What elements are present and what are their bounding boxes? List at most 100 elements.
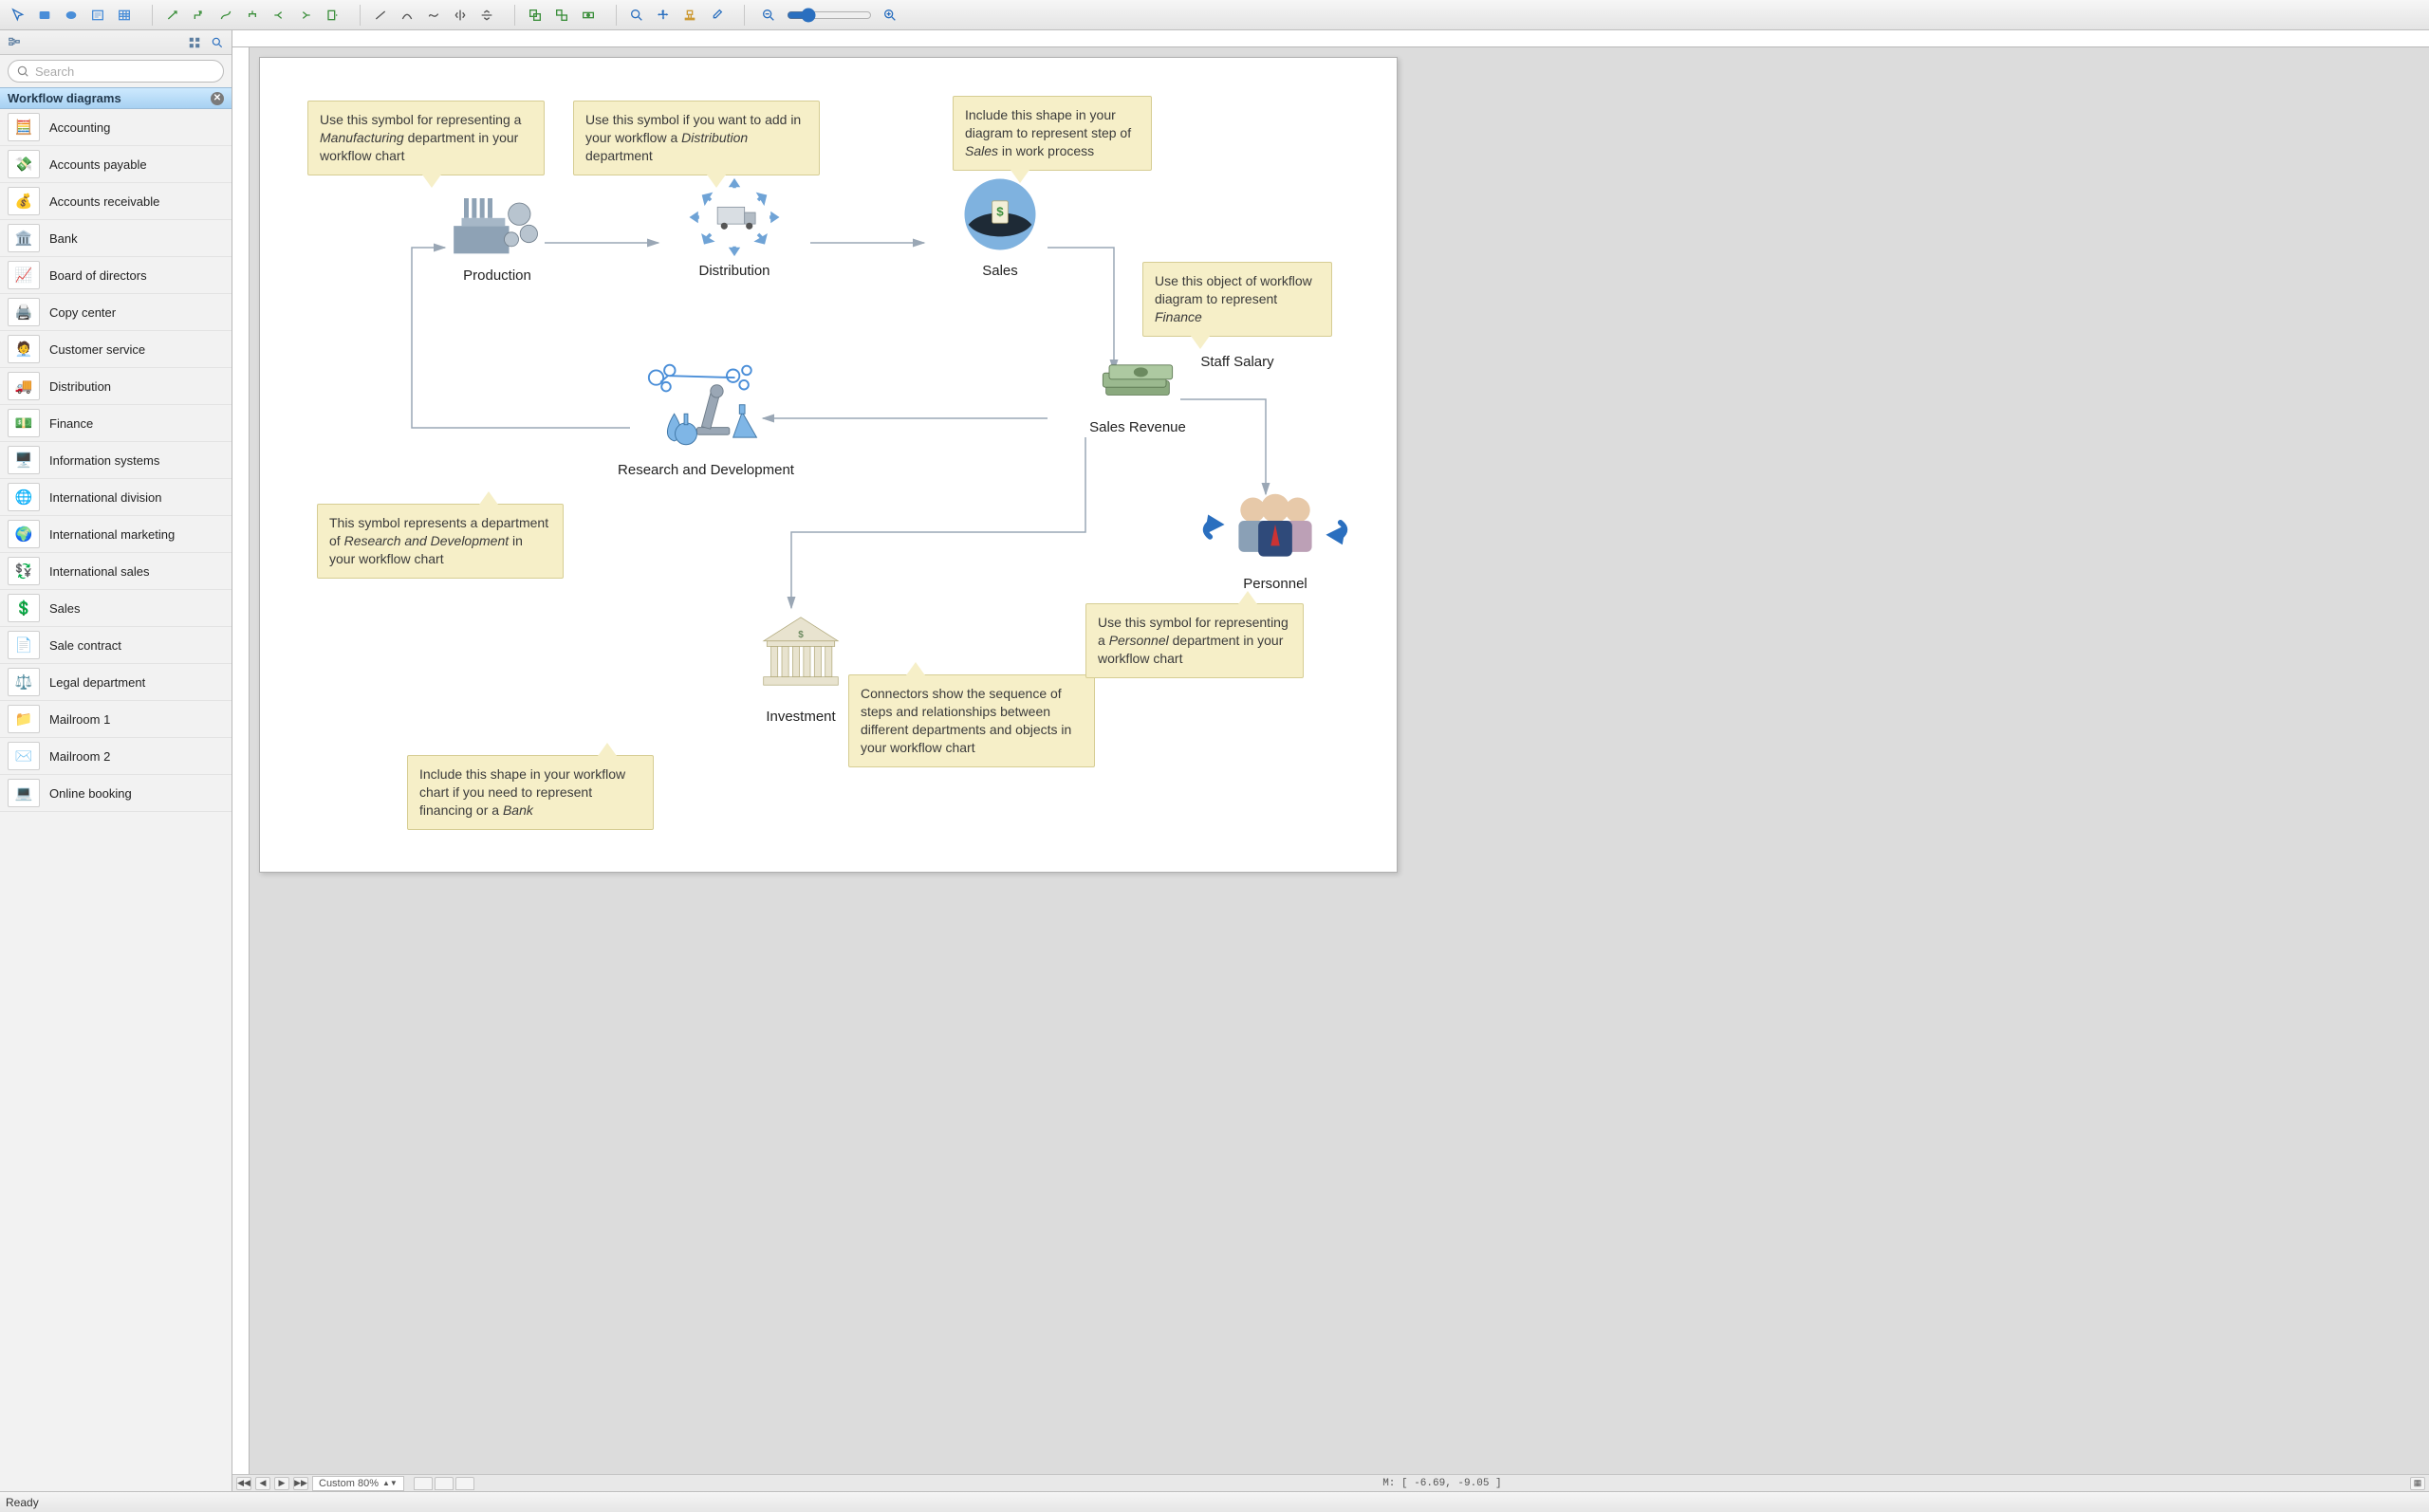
svg-text:$: $ [996, 205, 1004, 219]
connector-tree-tool[interactable] [240, 4, 265, 27]
connector-merge-tool[interactable] [293, 4, 318, 27]
page-tab[interactable] [414, 1477, 433, 1490]
node-production[interactable]: Production [421, 181, 573, 284]
shape-item-label: Mailroom 1 [49, 712, 110, 727]
freeform-tool[interactable] [421, 4, 446, 27]
shape-thumbnail-icon: 💱 [8, 557, 40, 585]
shape-item[interactable]: 📈 Board of directors [0, 257, 232, 294]
stamp-tool[interactable] [677, 4, 702, 27]
node-label: Investment [766, 709, 835, 725]
node-sales[interactable]: $ Sales [924, 176, 1076, 279]
node-rnd[interactable]: Research and Development [602, 361, 810, 478]
shape-item[interactable]: 🚚Distribution [0, 368, 232, 405]
toolbar-separator [360, 5, 361, 26]
connector-curve-tool[interactable] [213, 4, 238, 27]
node-distribution[interactable]: Distribution [658, 176, 810, 279]
shape-item-label: Bank [49, 231, 78, 246]
shape-item[interactable]: 🌍International marketing [0, 516, 232, 553]
shape-item[interactable]: 🏛️Bank [0, 220, 232, 257]
page-last-button[interactable]: ▶▶ [293, 1477, 308, 1490]
main-area: Workflow diagrams ✕ 🧮Accounting💸Accounts… [0, 30, 2429, 1491]
zoom-combo[interactable]: Custom 80% ▲▼ [312, 1476, 404, 1491]
library-search-icon[interactable] [207, 33, 228, 52]
callout-text: Use this symbol if you want to add in yo… [585, 112, 801, 163]
shape-item[interactable]: 💲Sales [0, 590, 232, 627]
page-tab[interactable] [435, 1477, 454, 1490]
shape-item[interactable]: 📁Mailroom 1 [0, 701, 232, 738]
pointer-tool[interactable] [6, 4, 30, 27]
zoom-in-button[interactable] [878, 4, 902, 27]
flip-h-tool[interactable] [448, 4, 473, 27]
shape-item[interactable]: 💻Online booking [0, 775, 232, 812]
shape-item[interactable]: 📄Sale contract [0, 627, 232, 664]
rect-tool[interactable] [32, 4, 57, 27]
library-search-wrap [0, 55, 232, 87]
flip-v-tool[interactable] [474, 4, 499, 27]
connector-elbow-tool[interactable] [187, 4, 212, 27]
node-label: Staff Salary [1200, 354, 1273, 370]
shape-item-label: International sales [49, 564, 150, 579]
callout-text: Use this object of workflow diagram to r… [1155, 273, 1312, 324]
shape-item-label: Customer service [49, 342, 145, 357]
shape-item-label: Board of directors [49, 268, 147, 283]
canvas-page[interactable]: Use this symbol for representing a Manuf… [259, 57, 1398, 873]
shape-item[interactable]: ✉️Mailroom 2 [0, 738, 232, 775]
shape-thumbnail-icon: 📈 [8, 261, 40, 289]
connector-direct-tool[interactable] [160, 4, 185, 27]
shape-item[interactable]: 🖨️Copy center [0, 294, 232, 331]
zoom-range[interactable] [787, 8, 872, 23]
page-next-button[interactable]: ▶ [274, 1477, 289, 1490]
layout-mode-icon[interactable]: ▦ [2410, 1477, 2425, 1490]
page-tab[interactable] [455, 1477, 474, 1490]
align-tool[interactable] [576, 4, 601, 27]
library-grid-view-icon[interactable] [184, 33, 205, 52]
shape-thumbnail-icon: 🚚 [8, 372, 40, 400]
connector-page-tool[interactable] [320, 4, 344, 27]
table-tool[interactable] [112, 4, 137, 27]
shape-item[interactable]: 💵Finance [0, 405, 232, 442]
statusbar: Ready [0, 1491, 2429, 1512]
library-section-header[interactable]: Workflow diagrams ✕ [0, 87, 232, 109]
shape-item[interactable]: ⚖️Legal department [0, 664, 232, 701]
pan-tool[interactable] [651, 4, 676, 27]
canvas-scroll[interactable]: Use this symbol for representing a Manuf… [250, 47, 2429, 1474]
zoom-out-button[interactable] [756, 4, 781, 27]
shape-item-label: Copy center [49, 305, 116, 320]
node-investment[interactable]: $ [715, 599, 886, 725]
line-tool[interactable] [368, 4, 393, 27]
shape-thumbnail-icon: 💸 [8, 150, 40, 178]
node-personnel[interactable]: Personnel [1190, 485, 1361, 592]
connector-split-tool[interactable] [267, 4, 291, 27]
shape-item[interactable]: 🧮Accounting [0, 109, 232, 146]
shape-item[interactable]: 🌐International division [0, 479, 232, 516]
shape-item[interactable]: 💰Accounts receivable [0, 183, 232, 220]
group-tool[interactable] [523, 4, 547, 27]
close-section-icon[interactable]: ✕ [211, 92, 224, 105]
shape-item[interactable]: 🧑‍💼Customer service [0, 331, 232, 368]
shape-item[interactable]: 🖥️Information systems [0, 442, 232, 479]
callout-text: This symbol represents a department of R… [329, 515, 548, 566]
shape-item-label: International division [49, 490, 162, 505]
node-label: Research and Development [618, 462, 794, 478]
eyedropper-tool[interactable] [704, 4, 729, 27]
ungroup-tool[interactable] [549, 4, 574, 27]
zoom-tool[interactable] [624, 4, 649, 27]
callout-production: Use this symbol for representing a Manuf… [307, 101, 545, 175]
shape-item[interactable]: 💸Accounts payable [0, 146, 232, 183]
shape-thumbnail-icon: 💲 [8, 594, 40, 622]
top-toolbar [0, 0, 2429, 30]
node-label: Sales [982, 263, 1018, 279]
toolbar-separator [744, 5, 745, 26]
library-tree-icon[interactable] [4, 33, 25, 52]
ellipse-tool[interactable] [59, 4, 83, 27]
shape-item[interactable]: 💱 International sales [0, 553, 232, 590]
page-nav-bar: ◀◀ ◀ ▶ ▶▶ Custom 80% ▲▼ M: [ -6.69, -9.0… [232, 1474, 2429, 1491]
arc-tool[interactable] [395, 4, 419, 27]
page-first-button[interactable]: ◀◀ [236, 1477, 251, 1490]
library-search-input[interactable] [8, 60, 224, 83]
factory-icon [450, 181, 545, 262]
text-tool[interactable] [85, 4, 110, 27]
page-prev-button[interactable]: ◀ [255, 1477, 270, 1490]
shape-item-label: Accounts receivable [49, 194, 159, 209]
shape-item-label: Finance [49, 416, 93, 431]
